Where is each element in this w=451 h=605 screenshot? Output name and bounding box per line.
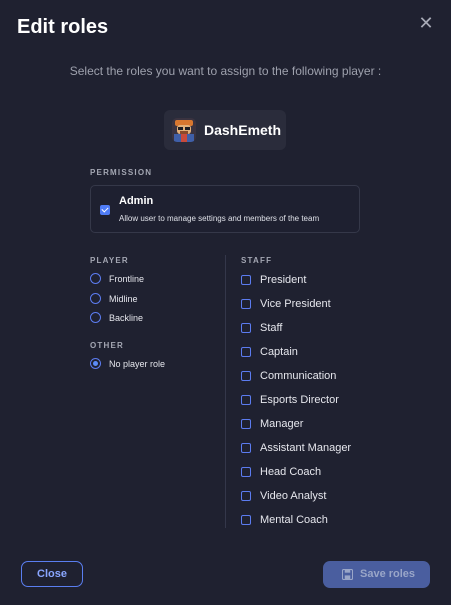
assistant-manager-checkbox[interactable] <box>241 443 251 453</box>
permission-section-label: PERMISSION <box>90 168 153 177</box>
esports-director-checkbox[interactable] <box>241 395 251 405</box>
staff-section-label: STAFF <box>241 256 273 265</box>
backline-radio[interactable] <box>90 312 101 323</box>
president-label: President <box>260 274 307 286</box>
video-analyst-checkbox[interactable] <box>241 491 251 501</box>
staff-checkbox[interactable] <box>241 323 251 333</box>
player-section-label: PLAYER <box>90 256 129 265</box>
close-icon[interactable]: ✕ <box>418 14 434 32</box>
vice-president-checkbox[interactable] <box>241 299 251 309</box>
vice-president-label: Vice President <box>260 298 331 310</box>
admin-permission-card[interactable]: Admin Allow user to manage settings and … <box>90 185 360 233</box>
captain-label: Captain <box>260 346 298 358</box>
other-section-label: OTHER <box>90 341 124 350</box>
midline-label: Midline <box>109 294 138 304</box>
player-avatar <box>172 118 196 142</box>
admin-title: Admin <box>119 195 154 207</box>
dialog-subtitle: Select the roles you want to assign to t… <box>69 64 382 78</box>
esports-director-label: Esports Director <box>260 394 339 406</box>
backline-label: Backline <box>109 313 144 323</box>
frontline-radio[interactable] <box>90 273 101 284</box>
frontline-label: Frontline <box>109 274 145 284</box>
communication-checkbox[interactable] <box>241 371 251 381</box>
save-roles-label: Save roles <box>360 568 416 580</box>
manager-checkbox[interactable] <box>241 419 251 429</box>
admin-description: Allow user to manage settings and member… <box>119 214 320 223</box>
close-button[interactable]: Close <box>21 561 83 587</box>
no-player-role-label: No player role <box>109 359 166 369</box>
staff-label: Staff <box>260 322 283 334</box>
player-chip: DashEmeth <box>164 110 286 150</box>
head-coach-label: Head Coach <box>260 466 322 478</box>
mental-coach-label: Mental Coach <box>260 514 328 526</box>
column-divider <box>225 255 226 528</box>
president-checkbox[interactable] <box>241 275 251 285</box>
head-coach-checkbox[interactable] <box>241 467 251 477</box>
video-analyst-label: Video Analyst <box>260 490 327 502</box>
no-player-role-radio[interactable] <box>90 358 101 369</box>
player-name: DashEmeth <box>204 122 282 138</box>
assistant-manager-label: Assistant Manager <box>260 442 352 454</box>
mental-coach-checkbox[interactable] <box>241 515 251 525</box>
communication-label: Communication <box>260 370 337 382</box>
edit-roles-dialog: Edit roles ✕ Select the roles you want t… <box>0 0 451 605</box>
manager-label: Manager <box>260 418 304 430</box>
dialog-title: Edit roles <box>17 16 109 38</box>
admin-checkbox[interactable] <box>100 205 110 215</box>
save-roles-button[interactable]: Save roles <box>323 561 430 588</box>
captain-checkbox[interactable] <box>241 347 251 357</box>
midline-radio[interactable] <box>90 293 101 304</box>
floppy-disk-icon <box>342 569 353 580</box>
